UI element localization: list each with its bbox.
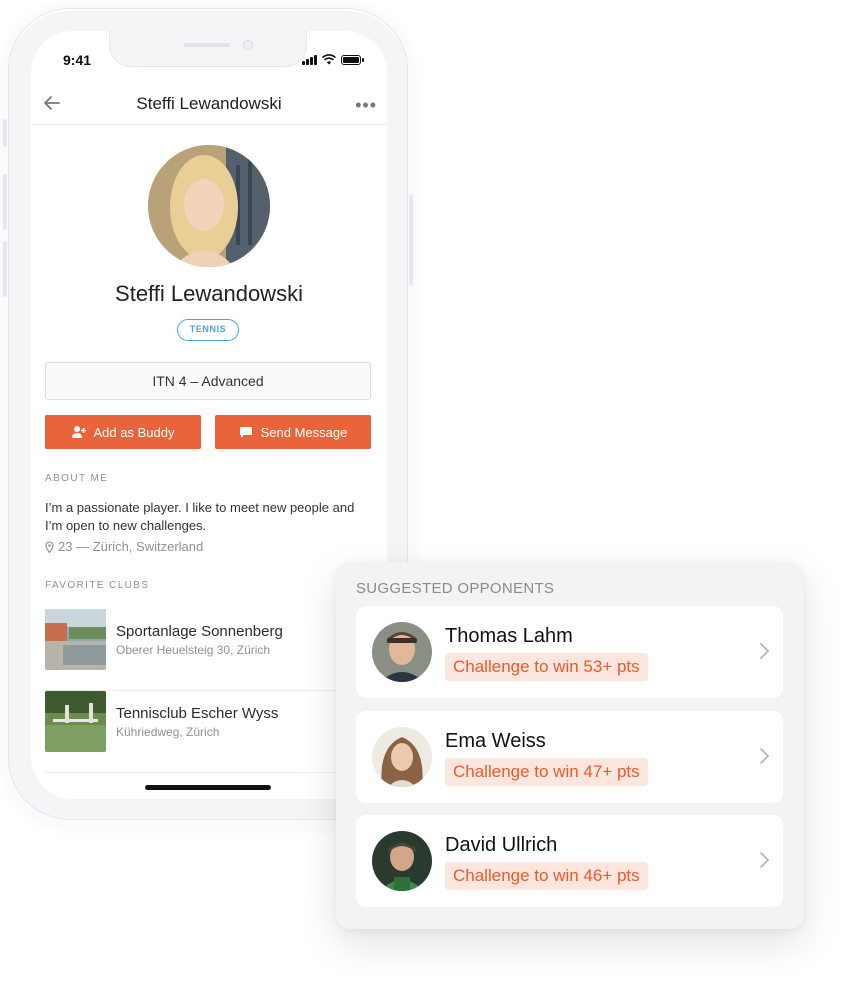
club-address: Oberer Heuelsteig 30, Zürich [116, 643, 271, 657]
opponent-row[interactable]: Thomas Lahm Challenge to win 53+ pts [356, 606, 783, 698]
profile-avatar [148, 145, 270, 267]
send-message-button[interactable]: Send Message [215, 415, 371, 449]
challenge-badge: Challenge to win 53+ pts [445, 653, 648, 681]
about-text: I’m a passionate player. I like to meet … [45, 500, 355, 533]
favorite-clubs-heading: FAVORITE CLUBS [45, 580, 150, 591]
about-me-heading: ABOUT ME [45, 473, 109, 484]
opponent-name: David Ullrich [445, 834, 558, 856]
club-name: Tennisclub Escher Wyss [116, 705, 279, 722]
location-pin-icon [45, 540, 54, 553]
chat-bubble-icon [239, 427, 252, 438]
club-photo [45, 609, 106, 670]
status-icons [302, 54, 364, 65]
send-message-label: Send Message [260, 424, 348, 440]
opponent-row[interactable]: Ema Weiss Challenge to win 47+ pts [356, 711, 783, 803]
location-text: 23 — Zürich, Switzerland [58, 539, 204, 554]
volume-down-button [3, 241, 7, 297]
notch [109, 31, 307, 67]
speaker [184, 43, 230, 47]
battery-icon [341, 54, 364, 65]
opponent-avatar [372, 727, 432, 787]
home-indicator [145, 785, 271, 790]
volume-up-button [3, 174, 7, 230]
add-person-icon [71, 426, 86, 438]
profile-name: Steffi Lewandowski [115, 281, 303, 306]
status-time: 9:41 [63, 52, 92, 68]
club-photo [45, 691, 106, 752]
more-dots-icon[interactable]: ••• [355, 95, 377, 116]
add-buddy-button[interactable]: Add as Buddy [45, 415, 201, 449]
opponent-avatar [372, 831, 432, 891]
phone-screen: 9:41 Steffi Lewandowski ••• Steffi Lewan… [31, 31, 387, 799]
sport-tag: TENNIS [177, 319, 239, 341]
signal-icon [302, 54, 317, 65]
suggested-opponents-title: SUGGESTED OPPONENTS [356, 580, 555, 597]
mute-switch [3, 119, 7, 147]
nav-bar: Steffi Lewandowski ••• [31, 85, 387, 125]
challenge-badge: Challenge to win 47+ pts [445, 758, 648, 786]
location-row: 23 — Zürich, Switzerland [45, 539, 203, 554]
front-camera [243, 40, 253, 50]
opponent-name: Thomas Lahm [445, 625, 573, 647]
level-badge: ITN 4 – Advanced [45, 362, 371, 400]
nav-title: Steffi Lewandowski [136, 94, 282, 113]
opponent-row[interactable]: David Ullrich Challenge to win 46+ pts [356, 815, 783, 907]
wifi-icon [322, 54, 336, 65]
opponent-avatar [372, 622, 432, 682]
suggested-opponents-card: SUGGESTED OPPONENTS Thomas Lahm Challeng… [336, 562, 804, 929]
opponent-name: Ema Weiss [445, 730, 546, 752]
power-button [409, 195, 413, 285]
chevron-right-icon [760, 643, 769, 659]
add-buddy-label: Add as Buddy [93, 424, 175, 440]
challenge-badge: Challenge to win 46+ pts [445, 862, 648, 890]
chevron-right-icon [760, 852, 769, 868]
club-address: Kühriedweg, Zürich [116, 725, 220, 739]
chevron-right-icon [760, 748, 769, 764]
club-name: Sportanlage Sonnenberg [116, 623, 283, 640]
